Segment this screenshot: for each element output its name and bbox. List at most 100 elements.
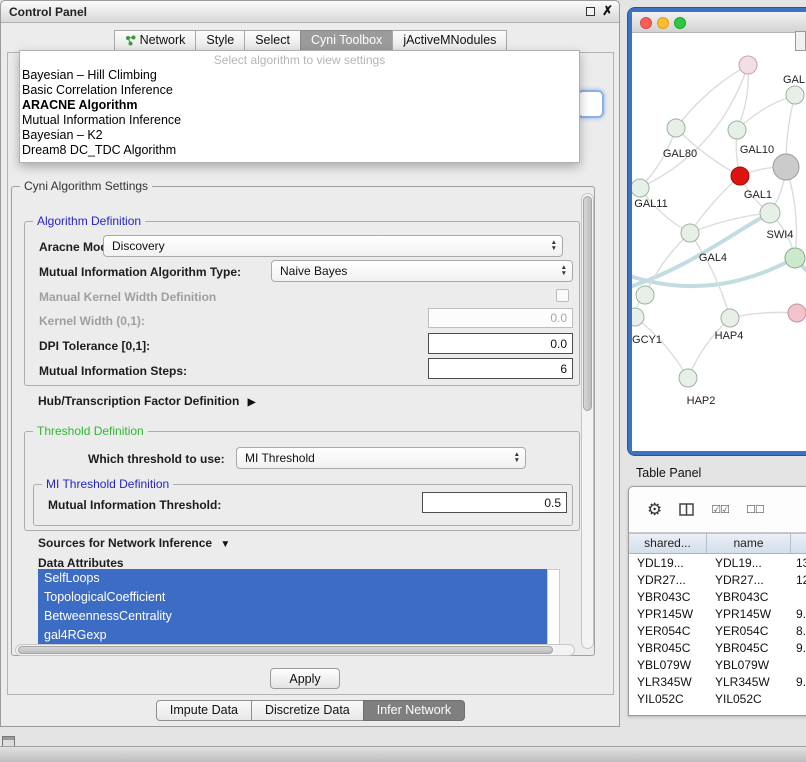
control-panel-titlebar[interactable]: Control Panel ✗ bbox=[1, 1, 619, 23]
column-view-icon[interactable] bbox=[679, 503, 694, 516]
attribute-item-topologicalcoefficient[interactable]: TopologicalCoefficient bbox=[38, 588, 547, 607]
close-icon[interactable]: ✗ bbox=[602, 3, 613, 19]
network-node[interactable] bbox=[679, 369, 697, 387]
algorithm-option-bayesian-k2[interactable]: Bayesian – K2 bbox=[20, 128, 579, 143]
attribute-item-gal4rgexp[interactable]: gal4RGexp bbox=[38, 626, 547, 645]
zoom-traffic-light[interactable] bbox=[674, 17, 686, 29]
mi-steps-field[interactable] bbox=[428, 358, 573, 379]
close-traffic-light[interactable] bbox=[640, 17, 652, 29]
aracne-mode-combo[interactable]: Discovery bbox=[103, 235, 563, 257]
table-cell: YBR045C bbox=[629, 640, 707, 657]
network-node[interactable] bbox=[773, 154, 799, 180]
table-cell bbox=[791, 657, 806, 674]
attribute-list-scrollbar[interactable] bbox=[547, 569, 560, 645]
attribute-item-selfloops[interactable]: SelfLoops bbox=[38, 569, 547, 588]
network-node[interactable] bbox=[739, 56, 757, 74]
bottom-tab-bar: Impute DataDiscretize DataInfer Network bbox=[1, 700, 619, 721]
mi-threshold-title: MI Threshold Definition bbox=[42, 477, 173, 491]
expand-arrow-icon: ▶ bbox=[248, 397, 256, 408]
mi-threshold-group: MI Threshold Definition Mutual Informati… bbox=[33, 484, 573, 526]
scrollbar-thumb[interactable] bbox=[583, 196, 592, 411]
algorithm-option-bayesian-hill-climbing[interactable]: Bayesian – Hill Climbing bbox=[20, 68, 579, 83]
tab-jactivemnodules[interactable]: jActiveMNodules bbox=[392, 30, 507, 51]
table-row[interactable]: YDL19...YDL19...13 bbox=[629, 555, 806, 572]
deselect-all-checkboxes-icon[interactable]: ☐☐ bbox=[746, 503, 764, 516]
algorithm-option-dream8-dc-tdc-algorithm[interactable]: Dream8 DC_TDC Algorithm bbox=[20, 143, 579, 158]
table-cell: YBL079W bbox=[629, 657, 707, 674]
table-cell: 12 bbox=[791, 572, 806, 589]
gear-icon[interactable]: ⚙ bbox=[647, 500, 662, 520]
cyni-algorithm-settings-group: Cyni Algorithm Settings Algorithm Defini… bbox=[11, 186, 595, 656]
table-cell: YPR145W bbox=[707, 606, 791, 623]
tab-select[interactable]: Select bbox=[244, 30, 301, 51]
table-row[interactable]: YIL052CYIL052C bbox=[629, 691, 806, 708]
bottom-tab-discretize-data[interactable]: Discretize Data bbox=[251, 700, 364, 721]
network-node[interactable] bbox=[788, 304, 806, 322]
bottom-tab-infer-network[interactable]: Infer Network bbox=[363, 700, 465, 721]
network-node[interactable] bbox=[731, 167, 749, 185]
network-node[interactable] bbox=[760, 203, 780, 223]
network-node[interactable] bbox=[636, 286, 654, 304]
column-header-name[interactable]: name bbox=[707, 534, 791, 553]
network-node[interactable] bbox=[786, 86, 804, 104]
scrollbar-thumb[interactable] bbox=[18, 646, 553, 654]
table-row[interactable]: YBR043CYBR043C bbox=[629, 589, 806, 606]
mi-threshold-field[interactable] bbox=[422, 492, 567, 513]
tab-cyni-toolbox[interactable]: Cyni Toolbox bbox=[300, 30, 393, 51]
node-label: GAL1 bbox=[744, 189, 772, 201]
settings-vertical-scrollbar[interactable] bbox=[581, 193, 594, 649]
data-attributes-label: Data Attributes bbox=[38, 556, 124, 570]
table-row[interactable]: YPR145WYPR145W9. bbox=[629, 606, 806, 623]
table-row[interactable]: YLR345WYLR345W9. bbox=[629, 674, 806, 691]
table-cell: YER054C bbox=[707, 623, 791, 640]
which-threshold-combo[interactable]: MI Threshold bbox=[236, 447, 526, 469]
tab-bar: Network Style Select Cyni Toolbox jActiveMNo… bbox=[1, 30, 619, 51]
collapse-arrow-icon: ▼ bbox=[220, 539, 230, 550]
algorithm-option-aracne-algorithm[interactable]: ARACNE Algorithm bbox=[20, 98, 579, 113]
tab-style[interactable]: Style bbox=[195, 30, 245, 51]
network-canvas[interactable]: GALGAL80GAL10GAL11GAL1SWI4GAL4GCY1HAP4HA… bbox=[632, 33, 806, 451]
hub-definition-toggle[interactable]: Hub/Transcription Factor Definition ▶ bbox=[38, 394, 255, 408]
tab-label: Cyni Toolbox bbox=[311, 31, 382, 50]
network-node[interactable] bbox=[681, 224, 699, 242]
column-header-extra[interactable] bbox=[791, 534, 806, 553]
mi-type-label: Mutual Information Algorithm Type: bbox=[39, 265, 241, 279]
threshold-definition-title: Threshold Definition bbox=[33, 424, 148, 438]
algorithm-select-combo[interactable] bbox=[577, 90, 604, 118]
network-edge bbox=[730, 312, 797, 318]
network-toolbar-stub[interactable] bbox=[795, 31, 806, 51]
network-node[interactable] bbox=[728, 121, 746, 139]
table-cell: YIL052C bbox=[707, 691, 791, 708]
network-edge bbox=[737, 65, 748, 130]
manual-kernel-checkbox[interactable] bbox=[556, 289, 569, 302]
table-cell bbox=[791, 691, 806, 708]
network-node[interactable] bbox=[721, 309, 739, 327]
table-row[interactable]: YBR045CYBR045C9. bbox=[629, 640, 806, 657]
table-row[interactable]: YER054CYER054C8. bbox=[629, 623, 806, 640]
kernel-width-field[interactable] bbox=[428, 308, 573, 328]
network-node[interactable] bbox=[785, 248, 805, 268]
bottom-tab-impute-data[interactable]: Impute Data bbox=[156, 700, 252, 721]
column-header-shared[interactable]: shared... bbox=[629, 534, 707, 553]
tab-network[interactable]: Network bbox=[114, 30, 197, 51]
mi-type-combo[interactable]: Naive Bayes bbox=[271, 260, 573, 282]
dpi-tolerance-field[interactable] bbox=[428, 333, 573, 354]
table-row[interactable]: YBL079WYBL079W bbox=[629, 657, 806, 674]
tab-label: Style bbox=[206, 31, 234, 50]
network-node[interactable] bbox=[632, 179, 649, 197]
minimize-traffic-light[interactable] bbox=[657, 17, 669, 29]
network-edge bbox=[690, 233, 730, 318]
network-node[interactable] bbox=[667, 119, 685, 137]
sources-toggle[interactable]: Sources for Network Inference ▼ bbox=[38, 536, 230, 550]
attribute-item-betweennesscentrality[interactable]: BetweennessCentrality bbox=[38, 607, 547, 626]
apply-button[interactable]: Apply bbox=[270, 668, 340, 689]
settings-horizontal-scrollbar[interactable] bbox=[15, 644, 575, 656]
select-all-checkboxes-icon[interactable]: ☑☑ bbox=[711, 503, 729, 516]
kernel-width-label: Kernel Width (0,1): bbox=[39, 314, 145, 328]
algorithm-option-mutual-information-inference[interactable]: Mutual Information Inference bbox=[20, 113, 579, 128]
network-window-titlebar[interactable] bbox=[632, 12, 806, 33]
algorithm-option-basic-correlation-inference[interactable]: Basic Correlation Inference bbox=[20, 83, 579, 98]
table-row[interactable]: YDR27...YDR27...12 bbox=[629, 572, 806, 589]
table-cell: 13 bbox=[791, 555, 806, 572]
float-window-icon[interactable] bbox=[586, 7, 595, 16]
